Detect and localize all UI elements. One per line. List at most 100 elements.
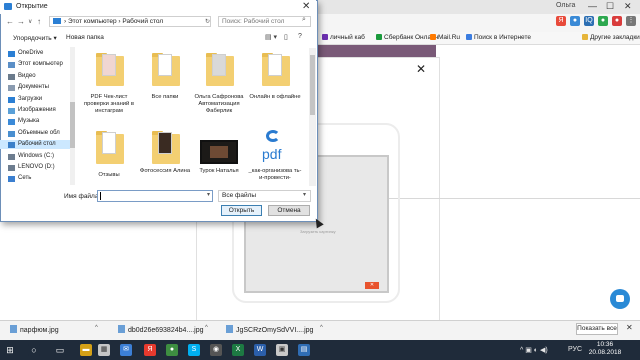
bookmark-item[interactable]: Другие закладки — [582, 34, 640, 41]
bookmark-icon — [582, 34, 588, 40]
excel-icon[interactable]: X — [232, 344, 244, 356]
pdf-icon: pdf — [262, 146, 282, 162]
up-arrow-icon[interactable]: ↑ — [37, 17, 41, 26]
chrome-icon[interactable]: ● — [166, 344, 178, 356]
nav-scrollbar-thumb[interactable] — [70, 102, 75, 148]
open-button[interactable]: Открыть — [221, 205, 262, 216]
file-tile[interactable]: Все папки — [142, 52, 188, 112]
nav-item[interactable]: Рабочий стол — [18, 141, 56, 147]
video-icon — [8, 73, 15, 80]
show-all-downloads-button[interactable]: Показать все — [576, 323, 618, 335]
nav-item[interactable]: OneDrive — [18, 50, 43, 56]
task-view-icon[interactable]: ▭ — [54, 344, 66, 356]
windows-start-icon[interactable]: ⊞ — [4, 344, 16, 356]
app-icon[interactable]: ▦ — [98, 344, 110, 356]
menu-icon[interactable]: ⋮ — [626, 16, 636, 26]
minimize-icon[interactable]: — — [588, 1, 597, 11]
iq-extension-icon[interactable]: IQ — [584, 16, 594, 26]
nav-item[interactable]: Музыка — [18, 118, 39, 124]
file-tile[interactable]: Ольга Сафронова Автоматизация Фаберлик — [194, 52, 244, 122]
new-folder-button[interactable]: Новая папка — [66, 34, 104, 41]
nav-item[interactable]: Документы — [18, 84, 49, 90]
document-thumbnail — [102, 54, 116, 76]
page-header-band — [316, 45, 436, 57]
bookmark-item[interactable]: Поиск в Интернете — [466, 34, 531, 41]
mail-icon[interactable]: ✉ — [120, 344, 132, 356]
video-thumbnail — [200, 140, 238, 164]
file-tile[interactable]: PDF Чек-лист проверки знаний в инстаграм — [84, 52, 134, 122]
nav-item[interactable]: Windows (C:) — [18, 153, 54, 159]
nav-item[interactable]: LENOVO (D:) — [18, 164, 55, 170]
app-icon[interactable]: ▣ — [276, 344, 288, 356]
downloads-icon — [8, 96, 15, 103]
skype-icon[interactable]: S — [188, 344, 200, 356]
tray-icons[interactable]: ^ ▣ ◐ ◀) — [520, 346, 548, 354]
file-type-select[interactable]: Все файлы — [218, 190, 311, 202]
nav-item[interactable]: Изображения — [18, 107, 56, 113]
chevron-up-icon[interactable]: ^ — [95, 325, 98, 331]
nav-item[interactable]: Загрузки — [18, 96, 42, 102]
nav-item[interactable]: Сеть — [18, 175, 31, 181]
file-tile[interactable]: Отзывы — [86, 130, 132, 182]
vpn-extension-icon[interactable]: ● — [598, 16, 608, 26]
files-scrollbar-thumb[interactable] — [310, 55, 315, 115]
yandex-extension-icon[interactable]: Я — [556, 16, 566, 26]
search-icon[interactable]: ○ — [28, 344, 40, 356]
bookmark-item[interactable]: личный каб — [322, 34, 365, 41]
image-file-icon — [118, 325, 125, 333]
download-item[interactable]: db0d26e693824b4....jpg — [118, 325, 204, 334]
chevron-down-icon[interactable]: ▾ — [207, 191, 210, 198]
maximize-icon[interactable]: ☐ — [606, 1, 614, 12]
filename-input[interactable] — [97, 190, 213, 202]
modal-close-icon[interactable]: ✕ — [416, 62, 426, 76]
word-icon[interactable]: W — [254, 344, 266, 356]
bookmark-item[interactable]: Mail.Ru — [430, 34, 460, 41]
image-file-icon — [10, 325, 17, 333]
chevron-up-icon[interactable]: ^ — [320, 325, 323, 331]
nav-item[interactable]: Этот компьютер — [18, 61, 63, 67]
file-tile[interactable]: pdf _как-организова ть-и-провести- — [249, 130, 301, 182]
drive-d-icon — [8, 165, 15, 171]
download-item[interactable]: JgSCRzOmySdVVI....jpg — [226, 325, 313, 334]
refresh-icon[interactable]: ↻ — [205, 18, 210, 25]
desktop-icon — [8, 142, 15, 149]
organize-button[interactable]: Упорядочить ▾ — [13, 34, 57, 42]
chevron-up-icon[interactable]: ^ — [205, 325, 208, 331]
file-tile[interactable]: Онлайн в офлайне — [249, 52, 301, 112]
back-arrow-icon[interactable]: ← — [6, 17, 14, 26]
download-item[interactable]: парфюм.jpg — [10, 325, 59, 334]
bookmark-icon — [376, 34, 382, 40]
bookmark-icon — [322, 34, 328, 40]
photo-thumbnail — [158, 132, 172, 154]
preview-pane-icon[interactable]: ▯ — [284, 33, 288, 41]
nav-item[interactable]: Объемные обл — [18, 130, 60, 136]
pictures-icon — [8, 108, 15, 114]
close-downloads-icon[interactable]: ✕ — [626, 323, 633, 332]
file-tile[interactable]: Фотосессия Алина — [140, 130, 190, 182]
chevron-down-icon[interactable]: ▾ — [303, 191, 306, 198]
file-tile[interactable]: Турок Наталья — [196, 130, 242, 182]
app-icon[interactable]: ▤ — [298, 344, 310, 356]
dialog-close-icon[interactable]: ✕ — [302, 1, 310, 12]
bookmark-item[interactable]: Сбербанк Онлайн — [376, 34, 438, 41]
recent-locations-icon[interactable]: ∨ — [28, 18, 32, 25]
view-options-icon[interactable]: ▤ ▾ — [265, 33, 277, 41]
nav-item[interactable]: Видео — [18, 73, 36, 79]
yandex-icon[interactable]: Я — [144, 344, 156, 356]
file-explorer-icon[interactable]: ▬ — [80, 344, 92, 356]
help-icon[interactable]: ? — [298, 33, 302, 40]
close-window-icon[interactable]: ✕ — [624, 1, 632, 12]
search-input[interactable]: Поиск: Рабочий стол — [218, 16, 311, 27]
language-indicator[interactable]: РУС — [568, 346, 582, 353]
browser-user-name[interactable]: Ольга — [556, 2, 575, 9]
remove-image-button[interactable]: ✕ — [365, 282, 379, 289]
forward-arrow-icon[interactable]: → — [17, 17, 25, 26]
camera-icon[interactable]: ◉ — [210, 344, 222, 356]
chat-icon[interactable] — [610, 289, 630, 309]
cancel-button[interactable]: Отмена — [268, 205, 310, 216]
adblock-extension-icon[interactable]: ● — [612, 16, 622, 26]
address-bar[interactable]: › Этот компьютер › Рабочий стол — [49, 16, 211, 27]
clock[interactable]: 10:36 20.08.2018 — [587, 341, 623, 357]
search-icon[interactable]: ⌕ — [302, 16, 306, 24]
extension-icon[interactable]: ● — [570, 16, 580, 26]
